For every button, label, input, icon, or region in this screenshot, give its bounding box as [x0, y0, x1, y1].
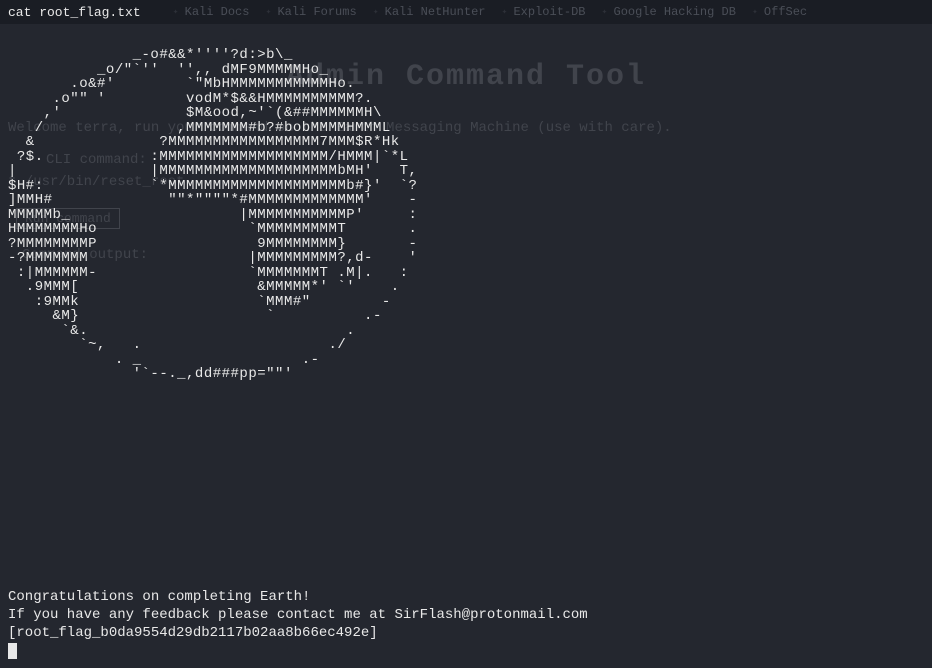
cli-command-label: CLI command: — [46, 152, 922, 168]
footer-output: Congratulations on completing Earth! If … — [8, 588, 588, 660]
command-output-label: Command output: — [22, 247, 922, 263]
terminal-command: cat root_flag.txt — [8, 5, 141, 20]
bookmark-kali-forums[interactable]: ✦ Kali Forums — [263, 5, 356, 19]
top-bar: cat root_flag.txt ✦ Kali Docs ✦ Kali For… — [0, 0, 932, 24]
feedback-line: If you have any feedback please contact … — [8, 607, 588, 623]
dragon-icon: ✦ — [171, 7, 181, 17]
bookmark-exploit-db[interactable]: ✦ Exploit-DB — [499, 5, 585, 19]
bookmark-offsec[interactable]: ✦ OffSec — [750, 5, 807, 19]
page-title: Admin Command Tool — [10, 60, 922, 94]
welcome-text: Welcome terra, run your command on the E… — [8, 120, 922, 136]
page-background: Admin Command Tool Welcome terra, run yo… — [0, 24, 932, 668]
flag-line: [root_flag_b0da9554d29db2117b02aa8b66ec4… — [8, 625, 378, 641]
bookmark-label: Google Hacking DB — [614, 5, 736, 19]
shield-icon: ✦ — [750, 7, 760, 17]
bookmarks-bar: ✦ Kali Docs ✦ Kali Forums ✦ Kali NetHunt… — [171, 5, 808, 19]
bookmark-label: Exploit-DB — [513, 5, 585, 19]
bug-icon: ✦ — [499, 7, 509, 17]
dragon-icon: ✦ — [371, 7, 381, 17]
bookmark-google-hacking-db[interactable]: ✦ Google Hacking DB — [600, 5, 736, 19]
bookmark-kali-docs[interactable]: ✦ Kali Docs — [171, 5, 250, 19]
bookmark-label: Kali Docs — [185, 5, 250, 19]
congrats-line: Congratulations on completing Earth! — [8, 589, 310, 605]
dragon-icon: ✦ — [263, 7, 273, 17]
cursor-icon — [8, 643, 17, 659]
bookmark-label: OffSec — [764, 5, 807, 19]
bookmark-label: Kali Forums — [277, 5, 356, 19]
cli-command-input[interactable]: t /usr/bin/reset_root — [8, 174, 922, 190]
bookmark-kali-nethunter[interactable]: ✦ Kali NetHunter — [371, 5, 486, 19]
run-command-button[interactable]: Run command — [16, 208, 120, 229]
bookmark-label: Kali NetHunter — [385, 5, 486, 19]
bug-icon: ✦ — [600, 7, 610, 17]
